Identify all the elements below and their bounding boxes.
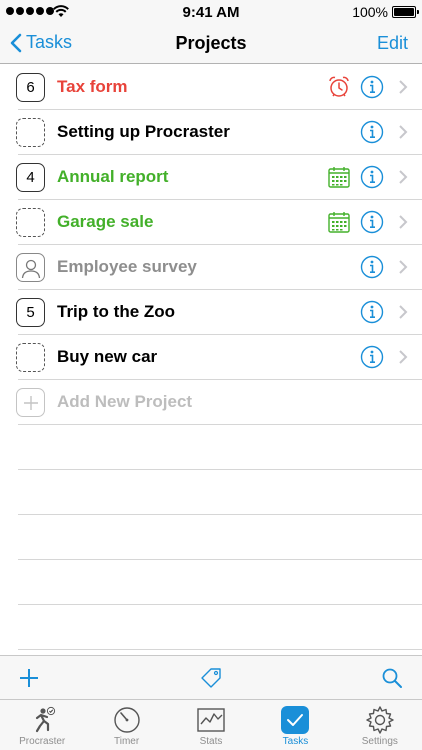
tab-label: Procraster (19, 736, 66, 747)
project-title: Annual report (57, 167, 169, 186)
status-bar: 9:41 AM 100% (0, 0, 422, 24)
search-icon[interactable] (381, 667, 403, 689)
empty-row (18, 605, 422, 650)
tag-icon[interactable] (200, 667, 222, 689)
project-row[interactable]: Buy new car (16, 335, 422, 380)
project-row[interactable]: 6 Tax form (16, 65, 422, 110)
empty-row (18, 515, 422, 560)
info-icon[interactable] (360, 75, 384, 99)
project-row[interactable]: Garage sale (16, 200, 422, 245)
tab-label: Settings (361, 736, 398, 747)
timer-icon (113, 707, 140, 733)
calendar-icon (328, 167, 350, 188)
alarm-clock-icon (329, 76, 349, 97)
gear-icon (366, 706, 394, 734)
task-count-badge (16, 208, 45, 237)
tab-procraster[interactable]: Procraster (0, 700, 84, 750)
task-count-badge (16, 118, 45, 147)
battery-percentage: 100% (352, 4, 388, 20)
bottom-toolbar (0, 655, 422, 699)
checkmark-icon (281, 706, 310, 734)
tab-label: Tasks (282, 736, 309, 747)
task-count-badge: 6 (16, 73, 45, 102)
project-title: Tax form (57, 77, 128, 96)
tab-label: Timer (114, 736, 140, 747)
plus-icon (23, 395, 38, 410)
chevron-right-icon[interactable] (398, 349, 408, 365)
plus-icon[interactable] (18, 667, 40, 689)
chevron-right-icon[interactable] (398, 124, 408, 140)
task-count-badge: 4 (16, 163, 45, 192)
info-icon[interactable] (360, 345, 384, 369)
project-title: Employee survey (57, 257, 197, 276)
project-title: Garage sale (57, 212, 154, 231)
chevron-right-icon[interactable] (398, 79, 408, 95)
tab-bar: Procraster Timer Stats Tasks Settings (0, 699, 422, 750)
task-count-badge (16, 343, 45, 372)
navigation-bar: Tasks Projects Edit (0, 24, 422, 64)
info-icon[interactable] (360, 210, 384, 234)
tab-tasks[interactable]: Tasks (253, 700, 337, 750)
stats-icon (197, 708, 225, 732)
project-title: Trip to the Zoo (57, 302, 176, 321)
add-project-row[interactable]: Add New Project (16, 380, 422, 425)
project-list: 6 Tax form Setting up Procraster 4 Annua… (0, 65, 422, 655)
info-icon[interactable] (360, 300, 384, 324)
empty-row (18, 560, 422, 605)
empty-row (18, 425, 422, 470)
project-title: Setting up Procraster (57, 122, 230, 141)
chevron-right-icon[interactable] (398, 304, 408, 320)
tab-label: Stats (199, 736, 223, 747)
project-row[interactable]: Setting up Procraster (16, 110, 422, 155)
empty-row (18, 470, 422, 515)
add-project-input[interactable]: Add New Project (57, 392, 192, 412)
info-icon[interactable] (360, 165, 384, 189)
info-icon[interactable] (360, 120, 384, 144)
chevron-right-icon[interactable] (398, 169, 408, 185)
tab-stats[interactable]: Stats (169, 700, 253, 750)
project-row[interactable]: 4 Annual report (16, 155, 422, 200)
runner-icon (36, 706, 56, 733)
person-icon (21, 259, 40, 278)
project-title: Buy new car (57, 347, 158, 366)
edit-button[interactable]: Edit (377, 33, 408, 54)
task-count-badge: 5 (16, 298, 45, 327)
person-badge (16, 253, 45, 282)
chevron-right-icon[interactable] (398, 259, 408, 275)
tab-timer[interactable]: Timer (84, 700, 168, 750)
tab-settings[interactable]: Settings (338, 700, 422, 750)
info-icon[interactable] (360, 255, 384, 279)
project-row[interactable]: Employee survey (16, 245, 422, 290)
page-title: Projects (175, 33, 247, 53)
project-row[interactable]: 5 Trip to the Zoo (16, 290, 422, 335)
calendar-icon (328, 212, 350, 233)
chevron-right-icon[interactable] (398, 214, 408, 230)
add-project-icon (16, 388, 45, 417)
battery-icon (392, 6, 419, 18)
